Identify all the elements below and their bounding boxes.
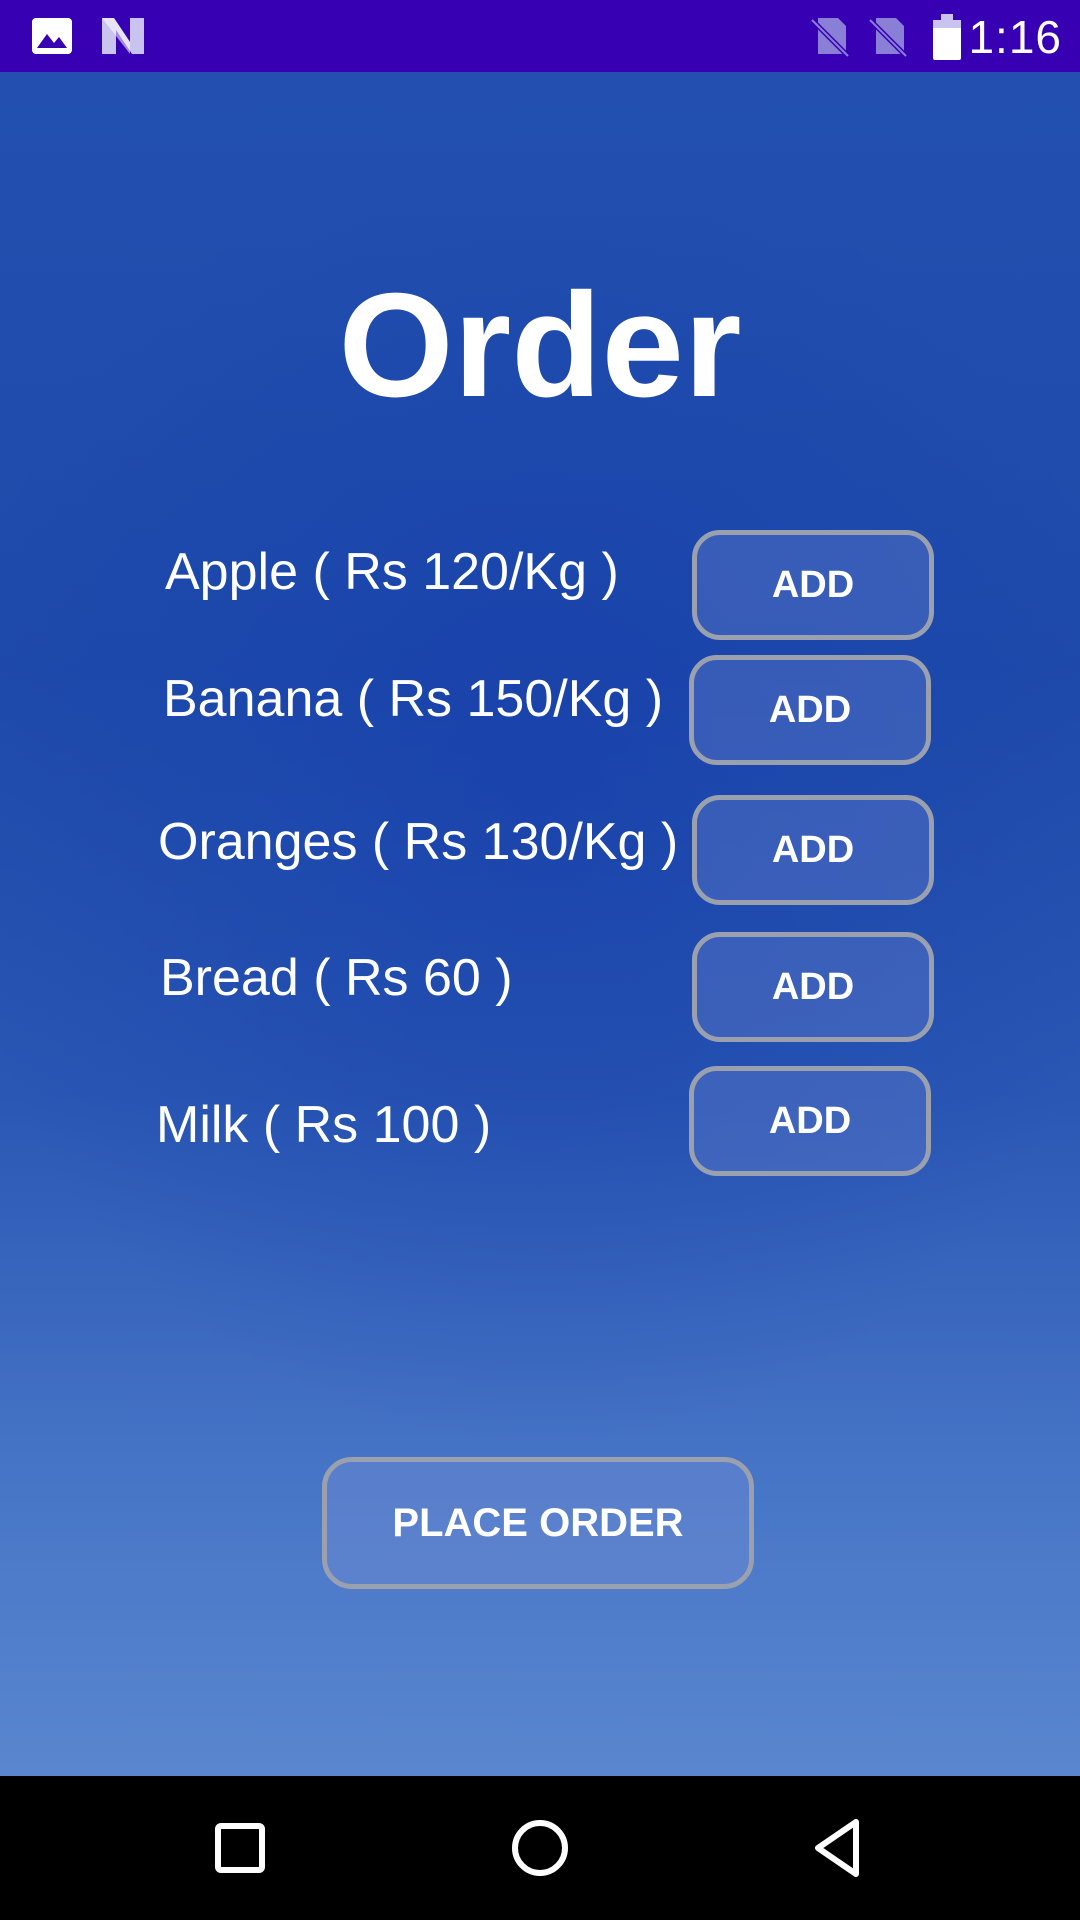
image-icon (30, 14, 74, 63)
add-milk-button[interactable]: ADD (689, 1066, 931, 1176)
item-label-bread: Bread ( Rs 60 ) (160, 949, 513, 1007)
item-label-milk: Milk ( Rs 100 ) (156, 1096, 492, 1154)
item-label-apple: Apple ( Rs 120/Kg ) (165, 543, 619, 601)
add-bread-button[interactable]: ADD (692, 932, 934, 1042)
add-oranges-button[interactable]: ADD (692, 795, 934, 905)
order-content: Order Apple ( Rs 120/Kg ) ADD Banana ( R… (0, 72, 1080, 1776)
add-apple-button[interactable]: ADD (692, 530, 934, 640)
place-order-button[interactable]: PLACE ORDER (322, 1457, 754, 1589)
recents-icon[interactable] (204, 1812, 276, 1884)
navigation-bar (0, 1776, 1080, 1920)
item-label-oranges: Oranges ( Rs 130/Kg ) (158, 813, 679, 871)
no-sim-icon (808, 14, 852, 65)
status-bar: 1:16 (0, 0, 1080, 72)
status-time: 1:16 (968, 11, 1062, 63)
item-label-banana: Banana ( Rs 150/Kg ) (163, 670, 664, 728)
no-sim-icon (866, 14, 910, 65)
home-icon[interactable] (504, 1812, 576, 1884)
n-logo-icon (100, 14, 146, 63)
battery-icon (930, 12, 964, 67)
add-banana-button[interactable]: ADD (689, 655, 931, 765)
app-screen: 1:16 Order Apple ( Rs 120/Kg ) ADD Banan… (0, 0, 1080, 1920)
back-icon[interactable] (804, 1812, 876, 1884)
page-title: Order (338, 263, 742, 428)
